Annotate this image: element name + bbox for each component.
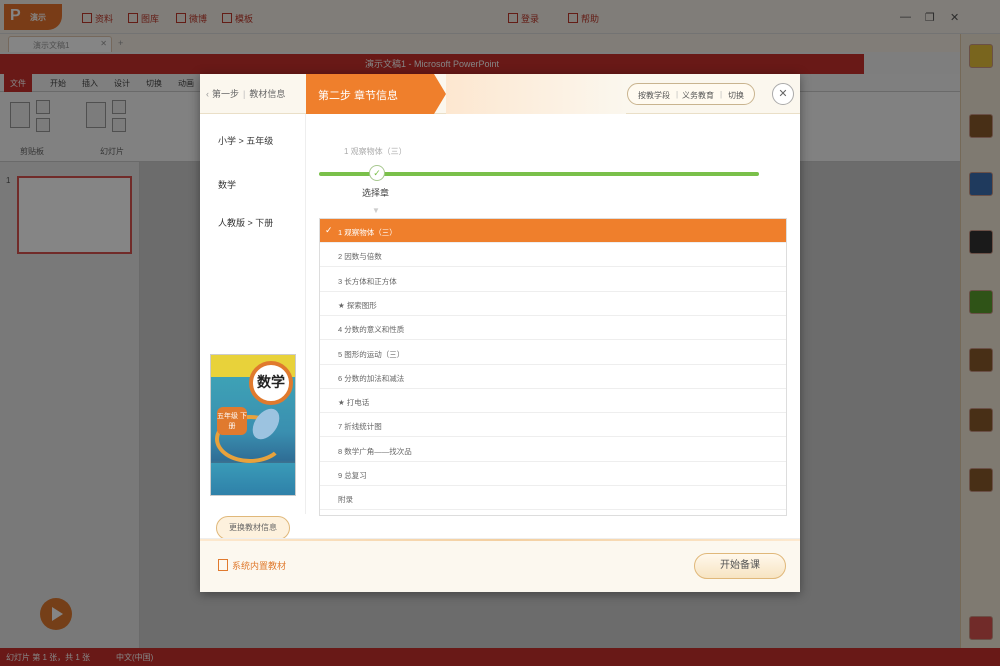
chapter-item[interactable]: ★ 探索图形 xyxy=(320,292,786,316)
switch-button[interactable]: 切换 xyxy=(728,90,744,101)
subject-label: 数学 xyxy=(218,180,237,190)
step1-back[interactable]: ‹ 第一步 | 教材信息 xyxy=(206,87,285,100)
textbook-info-panel: 小学 > 五年级 数学 人教版 > 下册 数学 五年级 下册 更换教材信息 xyxy=(200,114,306,540)
step2-current: 第二步 章节信息 xyxy=(306,74,446,114)
edition-label: 人教版 > 下册 xyxy=(218,218,274,228)
chapter-item[interactable]: 1 观察物体（三） xyxy=(320,219,786,243)
dialog-header: ‹ 第一步 | 教材信息 第二步 章节信息 按教学段 | 义务教育 | 切换 ✕ xyxy=(200,74,800,114)
chapter-item[interactable]: 6 分数的加法和减法 xyxy=(320,365,786,389)
system-textbook-link[interactable]: 系统内置教材 xyxy=(218,559,286,572)
dialog-close-button[interactable]: ✕ xyxy=(772,83,794,105)
chapter-item[interactable]: 9 总复习 xyxy=(320,462,786,486)
start-prep-button[interactable]: 开始备课 xyxy=(694,553,786,579)
book-title: 数学 xyxy=(249,361,293,405)
chapter-selection-dialog: ‹ 第一步 | 教材信息 第二步 章节信息 按教学段 | 义务教育 | 切换 ✕ 小学… xyxy=(200,74,800,592)
textbook-cover-image: 数学 五年级 下册 xyxy=(210,354,296,496)
education-switch-pill[interactable]: 按教学段 | 义务教育 | 切换 xyxy=(627,83,755,105)
step-fade xyxy=(446,74,626,114)
chapter-item[interactable]: 附录 xyxy=(320,486,786,511)
chevron-left-icon: ‹ xyxy=(206,89,209,99)
book-grade: 五年级 下册 xyxy=(217,407,247,435)
grade-label: 小学 > 五年级 xyxy=(218,136,274,146)
chapter-item[interactable]: 3 长方体和正方体 xyxy=(320,268,786,292)
dialog-footer: 系统内置教材 开始备课 xyxy=(200,538,800,592)
chapter-item[interactable]: 4 分数的意义和性质 xyxy=(320,316,786,341)
chapter-item[interactable]: 8 数学广角——找次品 xyxy=(320,438,786,462)
progress-track xyxy=(319,172,759,176)
progress-step-label: 选择章 xyxy=(362,188,390,198)
chapter-item[interactable]: 5 图形的运动（三） xyxy=(320,341,786,365)
book-icon xyxy=(218,559,228,571)
progress-check-icon: ✓ xyxy=(369,165,385,181)
change-textbook-button[interactable]: 更换教材信息 xyxy=(216,516,290,540)
caret-down-icon: ▼ xyxy=(372,206,380,215)
chapter-item[interactable]: 2 因数与倍数 xyxy=(320,243,786,268)
chapter-item[interactable]: 7 折线统计图 xyxy=(320,413,786,438)
chapter-item[interactable]: ★ 打电话 xyxy=(320,389,786,414)
chapter-panel: 1 观察物体（三） ✓ 选择章 ▼ 1 观察物体（三）2 因数与倍数3 长方体和… xyxy=(306,114,800,516)
chapter-list[interactable]: 1 观察物体（三）2 因数与倍数3 长方体和正方体★ 探索图形4 分数的意义和性… xyxy=(319,218,787,516)
progress-current-chapter: 1 观察物体（三） xyxy=(344,147,407,156)
